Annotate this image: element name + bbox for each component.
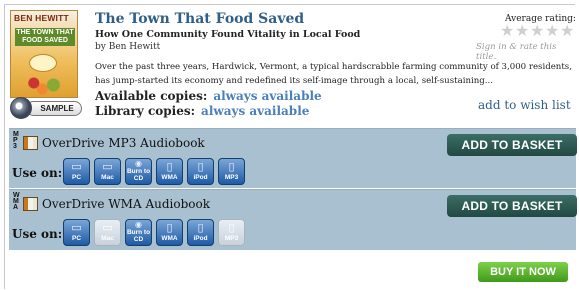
audiobook-icon: [23, 136, 38, 150]
ipod-icon[interactable]: ▯ iPod: [187, 219, 214, 246]
cover-vegetables-art: [17, 75, 73, 95]
mac-icon: ▭ Mac: [94, 219, 121, 246]
buy-it-now-button[interactable]: BUY IT NOW: [478, 262, 568, 282]
book-description: Over the past three years, Hardwick, Ver…: [95, 62, 572, 86]
cover-title-text: THE TOWN THAT FOOD SAVED: [15, 28, 75, 46]
ipod-icon[interactable]: ▯ iPod: [187, 158, 214, 185]
sample-button[interactable]: SAMPLE: [10, 97, 82, 119]
format-name: OverDrive MP3 Audiobook: [42, 136, 205, 150]
burn-cd-icon[interactable]: ◉ Burn to CD: [125, 219, 152, 246]
mp3-format-icon: MP3: [13, 131, 19, 150]
format-name: OverDrive WMA Audiobook: [42, 197, 210, 211]
cover-badge: [29, 54, 57, 72]
star-icon[interactable]: ★: [545, 23, 559, 39]
wma-icon[interactable]: ▯ WMA: [156, 158, 183, 185]
pc-icon[interactable]: ▭ PC: [63, 219, 90, 246]
format-panel-mp3: MP3 OverDrive MP3 Audiobook ADD TO BASKE…: [9, 128, 577, 188]
format-panel-wma: WMA OverDrive WMA Audiobook ADD TO BASKE…: [9, 189, 577, 250]
add-to-basket-button[interactable]: ADD TO BASKET: [447, 195, 577, 217]
available-copies-value: always available: [213, 89, 322, 103]
library-copies-value: always available: [201, 104, 310, 118]
star-icon[interactable]: ★: [560, 23, 574, 39]
mac-icon[interactable]: ▭ Mac: [94, 158, 121, 185]
speaker-icon: [10, 97, 32, 119]
audiobook-icon: [23, 197, 38, 211]
wma-format-icon: WMA: [13, 192, 20, 211]
sample-label: SAMPLE: [26, 101, 82, 116]
use-on-label: Use on:: [12, 227, 63, 241]
library-copies-label: Library copies:: [95, 104, 196, 118]
book-subtitle: How One Community Found Vitality in Loca…: [95, 29, 361, 40]
sign-in-to-rate-link[interactable]: Sign in & rate this title.: [476, 42, 579, 62]
star-icon[interactable]: ★: [515, 23, 529, 39]
mp3-player-icon: ▯ MP3: [218, 219, 245, 246]
available-copies-label: Available copies:: [95, 89, 208, 103]
wma-icon[interactable]: ▯ WMA: [156, 219, 183, 246]
cover-author-text: BEN HEWITT: [14, 13, 69, 23]
star-icon[interactable]: ★: [500, 23, 514, 39]
pc-icon[interactable]: ▭ PC: [63, 158, 90, 185]
mp3-player-icon[interactable]: ▯ MP3: [218, 158, 245, 185]
library-copies: Library copies: always available: [95, 104, 309, 118]
rating-stars[interactable]: ★ ★ ★ ★ ★: [500, 23, 576, 39]
add-to-basket-button[interactable]: ADD TO BASKET: [447, 134, 577, 156]
book-title-link[interactable]: The Town That Food Saved: [95, 11, 304, 27]
book-cover-image[interactable]: BEN HEWITT THE TOWN THAT FOOD SAVED: [10, 10, 78, 98]
use-on-label: Use on:: [12, 166, 63, 180]
available-copies: Available copies: always available: [95, 89, 322, 103]
burn-cd-icon[interactable]: ◉ Burn to CD: [125, 158, 152, 185]
add-to-wish-list-link[interactable]: add to wish list: [478, 98, 571, 112]
star-icon[interactable]: ★: [530, 23, 544, 39]
book-byline: by Ben Hewitt: [95, 42, 161, 52]
